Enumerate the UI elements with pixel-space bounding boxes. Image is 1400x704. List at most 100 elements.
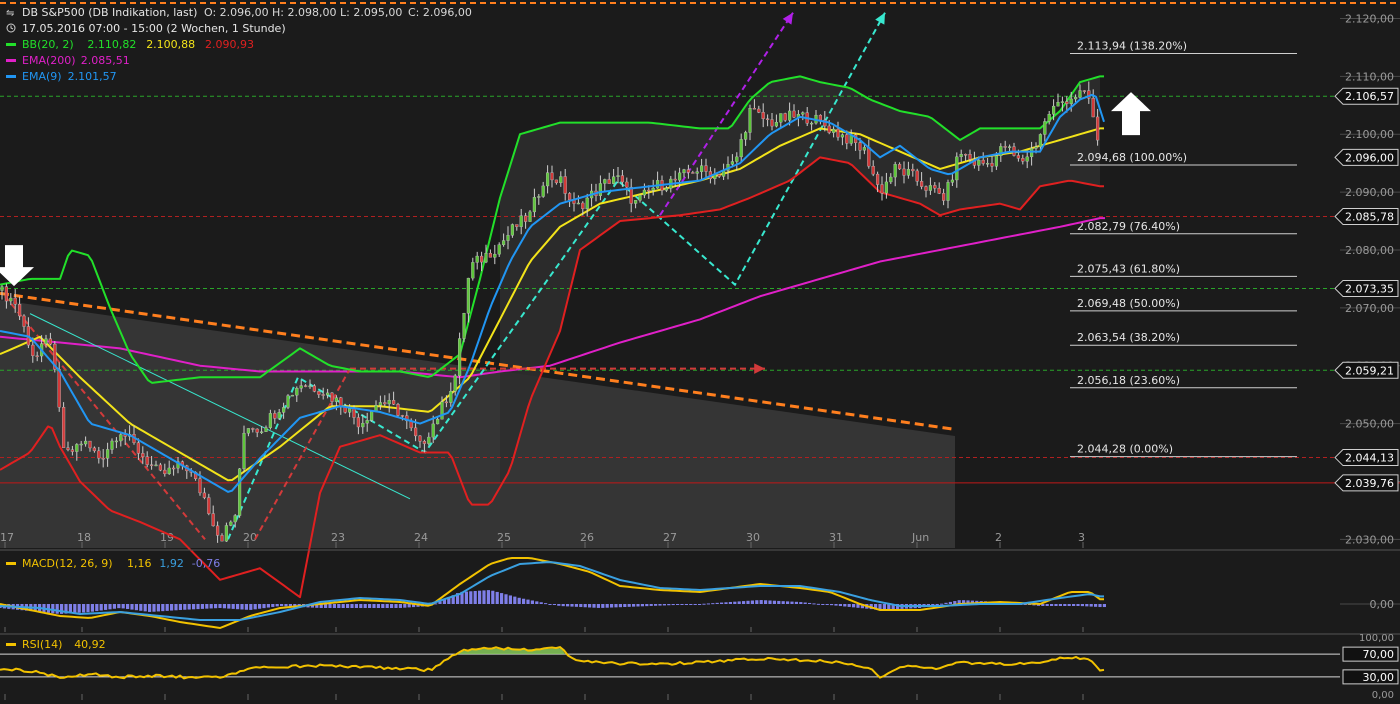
candle-body (717, 174, 721, 177)
candle-body (282, 407, 286, 413)
macd-histogram-bar (1045, 604, 1049, 606)
candle-body (862, 147, 866, 151)
candle-body (392, 400, 396, 405)
ohlc-close: C: 2.096,00 (408, 6, 472, 19)
candle-body (383, 402, 387, 405)
macd-histogram-bar (390, 604, 394, 608)
candle-body (933, 185, 937, 189)
candle-body (57, 369, 61, 408)
macd-histogram-bar (249, 604, 253, 610)
macd-histogram-bar (799, 602, 803, 604)
candle-body (827, 125, 831, 133)
candle-body (757, 108, 761, 113)
candle-body (458, 338, 462, 377)
candle-body (598, 183, 602, 196)
x-tick-label: 26 (580, 531, 594, 544)
candle-body (444, 401, 448, 404)
macd-histogram-bar (618, 604, 622, 608)
candle-body (981, 159, 985, 164)
macd-histogram-bar (940, 603, 944, 605)
y-tick-label: 2.100,00 (1345, 128, 1394, 141)
candle-body (13, 297, 17, 305)
candle-body (361, 422, 365, 428)
macd-histogram-bar (750, 600, 754, 604)
candle-body (396, 404, 400, 416)
candle-body (62, 407, 66, 448)
macd-histogram-bar (790, 601, 794, 604)
candle-body (365, 420, 369, 424)
level-price-tag: 2.073,35 (1334, 279, 1399, 297)
chart-type-icon: ⇋ (6, 8, 14, 19)
macd-histogram-bar (830, 604, 834, 606)
candle-body (673, 178, 677, 181)
macd-histogram-bar (570, 604, 574, 607)
macd-histogram-bar (482, 590, 486, 604)
rsi-level-tag: 30,00 (1342, 669, 1399, 685)
candle-body (101, 457, 105, 460)
candle-body (682, 169, 686, 174)
macd-histogram-bar (403, 604, 407, 608)
candle-body (1078, 90, 1082, 98)
candle-body (748, 108, 752, 133)
candle-body (642, 189, 646, 196)
candle-body (867, 147, 871, 167)
macd-histogram-bar (728, 601, 732, 604)
rsi-level-tag: 70,00 (1342, 646, 1399, 662)
candle-body (18, 304, 22, 317)
candle-body (233, 515, 237, 523)
candle-body (1047, 114, 1051, 122)
candle-body (471, 262, 475, 279)
macd-histogram-bar (55, 604, 59, 614)
candle-body (994, 155, 998, 167)
macd-histogram-bar (706, 603, 710, 605)
candle-body (986, 162, 990, 165)
candle-body (915, 170, 919, 182)
candle-body (792, 110, 796, 118)
price-tag-label: 2.096,00 (1345, 151, 1394, 164)
macd-histogram-bar (684, 604, 688, 605)
macd-histogram-bar (178, 604, 182, 610)
candle-body (290, 394, 294, 397)
candle-body (889, 176, 893, 183)
macd-histogram-bar (1098, 604, 1102, 608)
candle-body (515, 224, 519, 227)
macd-histogram-bar (667, 604, 671, 606)
legend-label: EMA(9) (22, 70, 62, 83)
candle-body (229, 521, 233, 526)
candle-body (510, 224, 514, 236)
macd-histogram-bar (759, 600, 763, 604)
x-tick-label: 17 (0, 531, 14, 544)
macd-histogram-bar (566, 604, 570, 607)
macd-histogram-bar (539, 602, 543, 604)
rsi-tag-label: 30,00 (1363, 671, 1395, 684)
macd-histogram-bar (508, 595, 512, 604)
candle-body (788, 110, 792, 121)
candle-body (497, 244, 501, 255)
candle-body (356, 417, 360, 428)
candle-body (207, 497, 211, 514)
macd-histogram-bar (698, 604, 702, 605)
candle-body (484, 252, 488, 263)
macd-histogram-bar (526, 599, 530, 604)
macd-histogram-bar (161, 604, 165, 612)
macd-histogram-bar (271, 604, 275, 607)
macd-histogram-bar (104, 604, 108, 610)
candle-body (466, 277, 470, 314)
candle-body (79, 443, 83, 446)
candle-body (576, 202, 580, 205)
macd-histogram-bar (513, 596, 517, 604)
macd-histogram-bar (517, 597, 521, 604)
candle-body (246, 428, 250, 434)
macd-histogram-bar (548, 604, 552, 605)
x-tick-label: 24 (414, 531, 428, 544)
candle-body (1025, 156, 1029, 162)
x-tick-label: 31 (829, 531, 843, 544)
candle-body (171, 467, 176, 470)
macd-histogram-bar (838, 604, 842, 607)
macd-legend-text: 1,16 (127, 557, 152, 570)
macd-histogram-bar (346, 604, 350, 608)
candle-body (304, 385, 308, 387)
macd-histogram-bar (847, 604, 851, 607)
macd-histogram-bar (592, 604, 596, 608)
candle-body (810, 122, 814, 125)
